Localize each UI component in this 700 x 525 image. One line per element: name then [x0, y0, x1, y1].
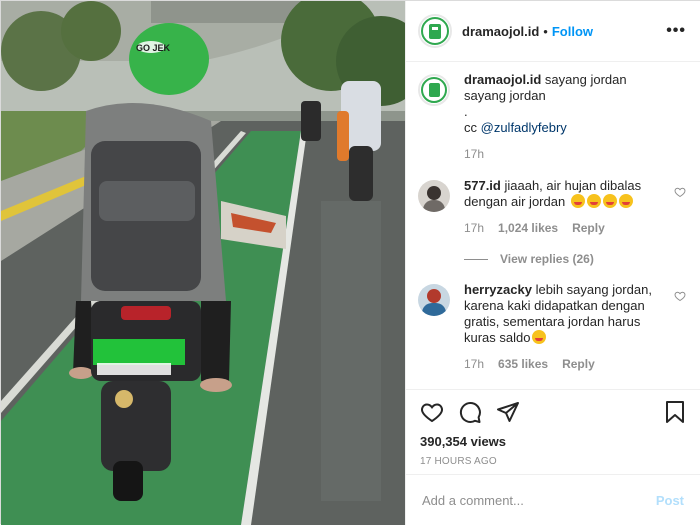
action-icons-row: [420, 390, 686, 434]
add-comment-bar: Post: [406, 474, 700, 525]
post-dialog: GO JEK dramaojol.id • Follow ••• dramaoj…: [0, 0, 700, 525]
caption-dot-line: .: [464, 104, 468, 119]
laughing-emoji-icon: [532, 330, 547, 344]
comment-body: 577.id jiaaah, air hujan dibalas dengan …: [464, 178, 686, 236]
post-header: dramaojol.id • Follow •••: [406, 1, 700, 62]
follow-button[interactable]: Follow: [552, 24, 593, 39]
view-replies-button[interactable]: View replies (26): [464, 252, 686, 266]
commenter-username[interactable]: 577.id: [464, 178, 501, 193]
post-actions: 390,354 views 17 HOURS AGO: [406, 389, 700, 467]
author-avatar[interactable]: [418, 14, 452, 48]
caption-cc-line: cc @zulfadlyfebry: [464, 120, 664, 136]
laughing-emoji-icon: [570, 194, 585, 208]
caption: dramaojol.id sayang jordan sayang jordan…: [418, 72, 686, 162]
caption-cc-prefix: cc: [464, 120, 481, 135]
laughing-emoji-icon: [618, 194, 633, 208]
helmet-logo-text: GO JEK: [136, 43, 171, 53]
comment-likes[interactable]: 1,024 likes: [498, 220, 558, 236]
like-comment-heart-icon[interactable]: [674, 290, 686, 302]
like-heart-icon[interactable]: [420, 400, 444, 424]
comment-likes[interactable]: 635 likes: [498, 356, 548, 372]
add-comment-input[interactable]: [422, 492, 656, 508]
caption-username[interactable]: dramaojol.id: [464, 72, 541, 87]
bookmark-icon[interactable]: [664, 400, 686, 424]
comment-item: 577.id jiaaah, air hujan dibalas dengan …: [418, 178, 686, 236]
commenter-username[interactable]: herryzacky: [464, 282, 532, 297]
like-comment-heart-icon[interactable]: [674, 186, 686, 198]
laughing-emoji-icon: [602, 194, 617, 208]
author-username[interactable]: dramaojol.id: [462, 24, 539, 39]
post-photo[interactable]: GO JEK: [1, 1, 405, 525]
commenter-avatar[interactable]: [418, 284, 450, 316]
caption-mention-link[interactable]: @zulfadlyfebry: [481, 120, 567, 135]
share-paper-plane-icon[interactable]: [496, 400, 520, 424]
caption-time[interactable]: 17h: [464, 146, 484, 162]
brand-logo-icon: [429, 23, 441, 39]
laughing-emoji-icon: [586, 194, 601, 208]
more-options-icon[interactable]: •••: [666, 22, 686, 40]
comment-body: herryzacky lebih sayang jordan, karena k…: [464, 282, 686, 372]
comment-meta: 17h 635 likes Reply: [464, 356, 664, 372]
comment-bubble-icon[interactable]: [458, 400, 482, 424]
comment-item: herryzacky lebih sayang jordan, karena k…: [418, 282, 686, 372]
view-replies-label[interactable]: View replies (26): [500, 252, 594, 266]
post-timestamp[interactable]: 17 HOURS AGO: [420, 456, 686, 467]
post-comment-button[interactable]: Post: [656, 493, 684, 508]
caption-body: dramaojol.id sayang jordan sayang jordan…: [464, 72, 686, 162]
post-details-panel: dramaojol.id • Follow ••• dramaojol.id s…: [405, 1, 700, 525]
reply-button[interactable]: Reply: [562, 356, 595, 372]
comment-time[interactable]: 17h: [464, 220, 484, 236]
caption-meta: 17h: [464, 146, 664, 162]
comment-time[interactable]: 17h: [464, 356, 484, 372]
comments-list[interactable]: dramaojol.id sayang jordan sayang jordan…: [406, 62, 700, 389]
commenter-avatar[interactable]: [418, 180, 450, 212]
separator-dot: •: [543, 23, 548, 39]
replies-divider-line: [464, 258, 488, 260]
view-count[interactable]: 390,354 views: [420, 434, 686, 449]
caption-author-avatar[interactable]: [418, 74, 450, 106]
road-scene-photo: GO JEK: [1, 1, 405, 525]
comment-meta: 17h 1,024 likes Reply: [464, 220, 664, 236]
reply-button[interactable]: Reply: [572, 220, 605, 236]
